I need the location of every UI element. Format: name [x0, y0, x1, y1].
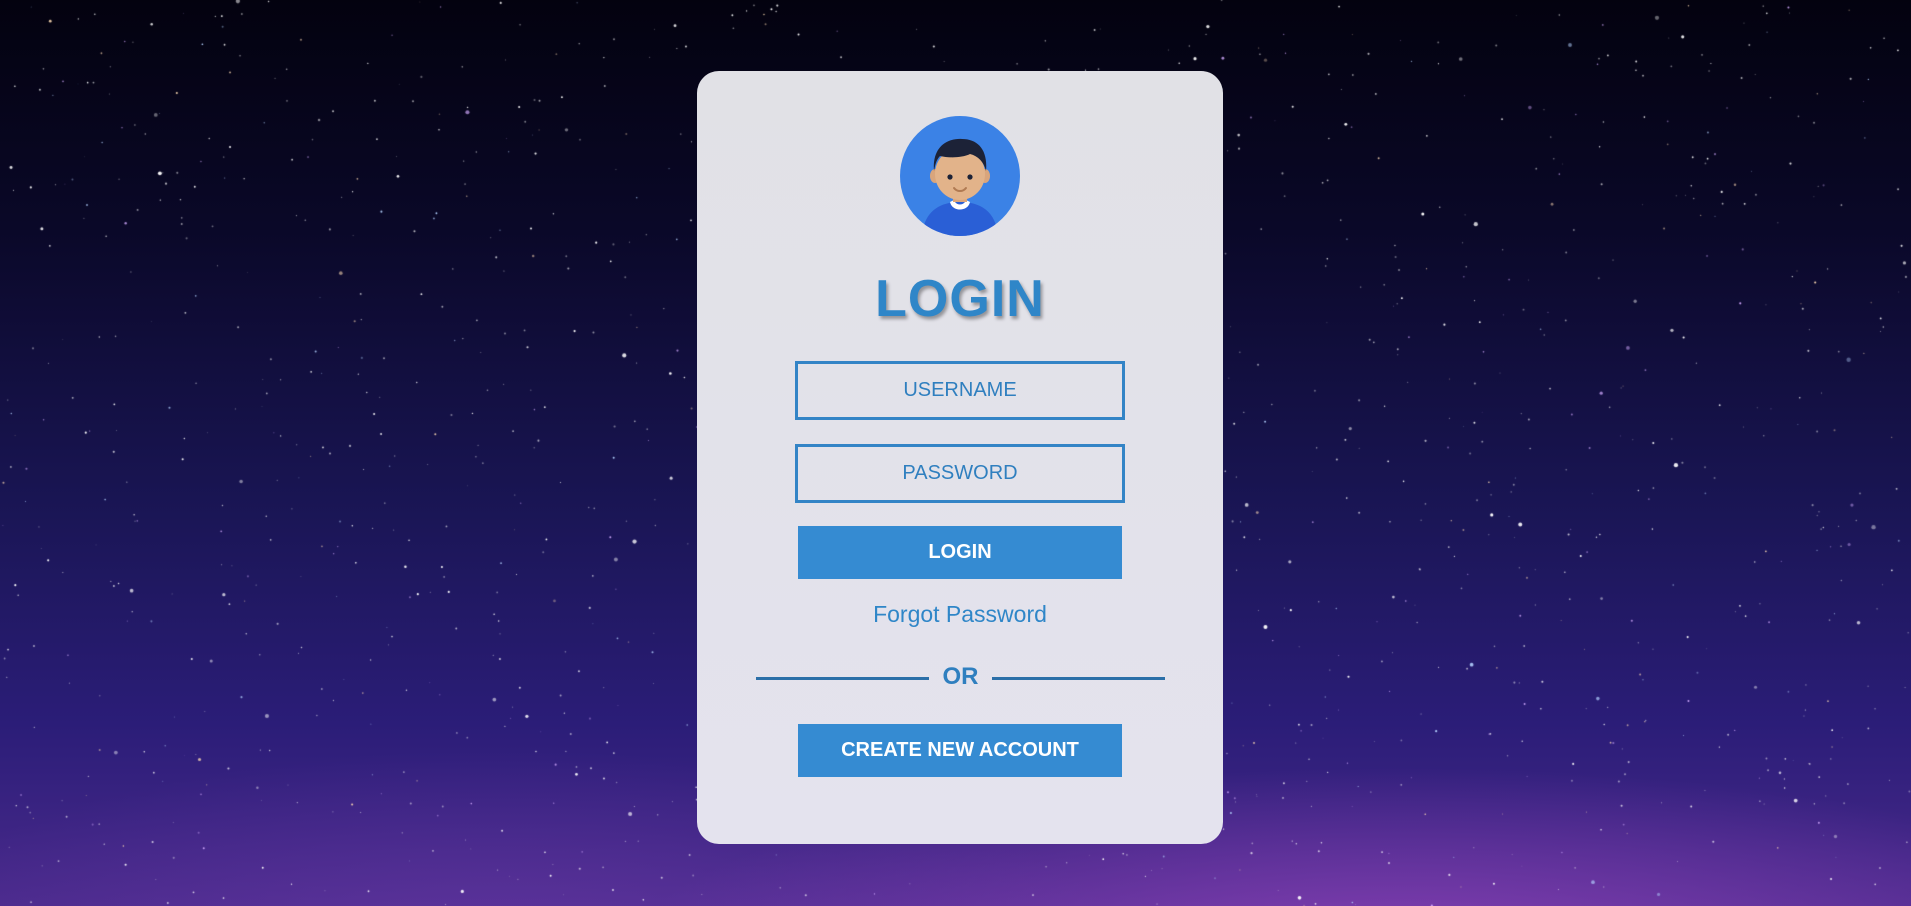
login-title: LOGIN [875, 270, 1045, 328]
or-divider: OR [756, 661, 1165, 695]
login-card: LOGIN LOGIN Forgot Password OR CREATE NE… [697, 71, 1223, 844]
login-button[interactable]: LOGIN [798, 526, 1122, 579]
or-label: OR [942, 663, 979, 690]
username-input[interactable] [795, 361, 1125, 420]
forgot-password-link[interactable]: Forgot Password [697, 601, 1223, 628]
password-input[interactable] [795, 444, 1125, 503]
user-avatar-icon [900, 116, 1020, 236]
divider-line-left [756, 677, 929, 680]
create-account-button[interactable]: CREATE NEW ACCOUNT [798, 724, 1122, 777]
divider-line-right [992, 677, 1165, 680]
